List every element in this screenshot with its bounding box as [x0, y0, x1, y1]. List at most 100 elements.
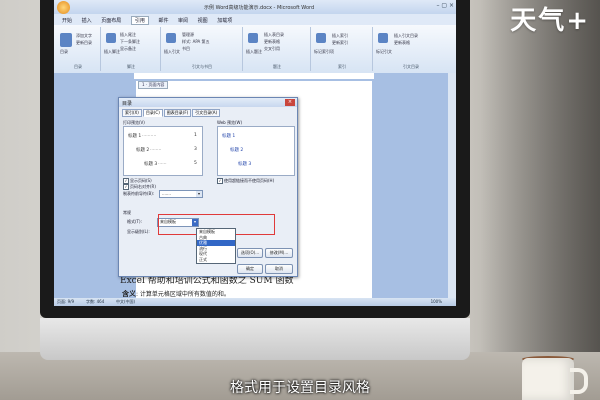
- ribbon-group-label: 引文与书目: [192, 64, 212, 69]
- show-notes-button[interactable]: 显示备注: [120, 46, 136, 52]
- status-bar: 页面: 9/9 字数: 464 中文(中国) 100%: [54, 298, 456, 306]
- options-button[interactable]: 选项(O)...: [237, 248, 263, 258]
- vertical-scrollbar[interactable]: [448, 73, 456, 298]
- preview-page-1: 1: [194, 133, 197, 138]
- modify-button[interactable]: 修改(M)...: [265, 248, 293, 258]
- add-text-button[interactable]: 添加文字: [76, 33, 92, 39]
- cancel-button[interactable]: 取消: [265, 264, 293, 274]
- tab-leader-label: 制表符前导符(B):: [123, 191, 155, 196]
- ribbon-group-label: 脚注: [127, 64, 135, 69]
- mark-citation-icon[interactable]: [378, 33, 388, 43]
- right-align-checkbox[interactable]: ✓ 页码右对齐(R): [123, 184, 156, 190]
- ribbon-group-label: 引文目录: [403, 64, 419, 69]
- update-toc-button[interactable]: 更新目录: [76, 40, 92, 46]
- insert-index-button[interactable]: 插入索引: [332, 33, 348, 39]
- brand-watermark: 天气+: [510, 6, 590, 36]
- preview-dots: ..........: [142, 133, 157, 138]
- update-table-button[interactable]: 更新表格: [264, 39, 280, 45]
- bibliography-button[interactable]: 书目: [182, 46, 190, 52]
- citation-icon[interactable]: [166, 33, 176, 43]
- web-preview-box: 标题 1 标题 2 标题 3: [217, 126, 295, 176]
- update-index-button[interactable]: 更新索引: [332, 40, 348, 46]
- manage-sources-button[interactable]: 管理源: [182, 32, 194, 38]
- preview-dots: ........: [150, 147, 162, 152]
- ribbon-group-label: 目录: [74, 64, 82, 69]
- status-zoom[interactable]: 100%: [431, 299, 442, 304]
- menu-item[interactable]: 邮件: [158, 17, 168, 24]
- doc-text-line: 含义: 计算单元格区域中所有数值的和。: [122, 289, 230, 299]
- preview-page-2: 3: [194, 147, 197, 152]
- menu-item[interactable]: 视图: [198, 17, 208, 24]
- status-words: 字数: 464: [86, 299, 105, 304]
- mark-entry-button[interactable]: 标记索引项: [314, 49, 334, 55]
- preview-heading-1: 标题 1: [128, 134, 142, 139]
- window-title: 示例 Word高级功能演示.docx - Microsoft Word: [204, 5, 315, 11]
- checkbox-label: 页码右对齐(R): [130, 184, 156, 189]
- ribbon-group-label: 题注: [273, 64, 281, 69]
- menu-item-references[interactable]: 引用: [130, 16, 149, 25]
- cross-reference-button[interactable]: 交叉引用: [264, 46, 280, 52]
- ruler: [134, 73, 374, 79]
- web-heading-3: 标题 3: [238, 162, 252, 167]
- doc-text-rest: : 计算单元格区域中所有数值的和。: [136, 291, 230, 298]
- toc-icon[interactable]: [60, 33, 72, 47]
- tab-authorities[interactable]: 引文目录(A): [192, 109, 221, 117]
- office-button[interactable]: [57, 1, 70, 14]
- tab-leader-select[interactable]: ....... ▾: [159, 190, 203, 198]
- checkbox-label: 使用超链接而不使用页码(H): [224, 178, 275, 183]
- preview-dots: ......: [158, 161, 167, 166]
- format-dropdown-list: 来自模板 古典 优雅 流行 现代 正式: [196, 228, 236, 264]
- menu-item[interactable]: 插入: [82, 17, 92, 24]
- status-page: 页面: 9/9: [57, 299, 75, 304]
- ribbon-group-index: 标记索引项 插入索引 更新索引 索引: [312, 27, 373, 71]
- status-language: 中文(中国): [116, 299, 136, 304]
- next-footnote-button[interactable]: 下一条脚注: [120, 39, 140, 45]
- ribbon-group-captions: 插入题注 插入表目录 更新表格 交叉引用 题注: [244, 27, 311, 71]
- menu-item[interactable]: 开始: [62, 17, 72, 24]
- menu-item[interactable]: 页面布局: [101, 17, 121, 24]
- insert-endnote-button[interactable]: 插入尾注: [120, 32, 136, 38]
- ribbon-group-label: 索引: [338, 64, 346, 69]
- tab-toc[interactable]: 目录(C): [142, 109, 163, 117]
- mark-entry-icon[interactable]: [316, 33, 326, 43]
- mark-citation-button[interactable]: 标记引文: [376, 49, 392, 55]
- use-hyperlinks-checkbox[interactable]: ✓ 使用超链接而不使用页码(H): [217, 178, 274, 184]
- video-subtitle: 格式用于设置目录风格: [230, 380, 370, 396]
- window-titlebar: 示例 Word高级功能演示.docx - Microsoft Word – ▢ …: [54, 0, 456, 14]
- insert-table-of-figures-button[interactable]: 插入表目录: [264, 32, 284, 38]
- insert-toa-button[interactable]: 插入引文目录: [394, 33, 418, 39]
- insert-citation-button[interactable]: 插入引文: [164, 49, 180, 55]
- insert-caption-button[interactable]: 插入题注: [246, 49, 262, 55]
- menu-item[interactable]: 加载项: [217, 17, 232, 24]
- preview-page-3: 5: [194, 161, 197, 166]
- toc-button[interactable]: 目录: [60, 49, 68, 55]
- menu-item[interactable]: 审阅: [178, 17, 188, 24]
- web-heading-2: 标题 2: [230, 148, 244, 153]
- menu-bar: 开始 插入 页面布局 引用 邮件 审阅 视图 加载项: [54, 14, 456, 25]
- print-preview-box: 标题 1 .......... 1 标题 2 ........ 3 标题 3 .…: [123, 126, 203, 176]
- tab-leader-value: .......: [162, 191, 171, 196]
- general-label: 常规: [123, 210, 131, 215]
- dialog-tabs: 索引(X) 目录(C) 图表目录(F) 引文目录(A): [122, 109, 221, 117]
- format-label: 格式(T):: [127, 219, 142, 224]
- chevron-down-icon: ▾: [196, 191, 202, 197]
- document-tab[interactable]: 1 · 页面内容: [138, 81, 169, 89]
- format-option[interactable]: 正式: [197, 257, 235, 263]
- dialog-title: 目录: [122, 101, 133, 107]
- insert-footnote-button[interactable]: 插入脚注: [104, 49, 120, 55]
- ribbon-group-footnotes: 插入脚注 插入尾注 下一条脚注 显示备注 脚注: [102, 27, 161, 71]
- caption-icon[interactable]: [248, 33, 258, 43]
- close-icon[interactable]: ×: [285, 99, 295, 106]
- footnote-icon[interactable]: [106, 33, 116, 43]
- preview-heading-3: 标题 3: [144, 162, 158, 167]
- tab-index[interactable]: 索引(X): [122, 109, 142, 117]
- preview-heading-2: 标题 2: [136, 148, 150, 153]
- update-toa-button[interactable]: 更新表格: [394, 40, 410, 46]
- web-heading-1: 标题 1: [222, 134, 236, 139]
- tab-figures[interactable]: 图表目录(F): [163, 109, 192, 117]
- style-select[interactable]: 样式: APA 第五: [182, 39, 210, 45]
- ok-button[interactable]: 确定: [237, 264, 263, 274]
- ribbon-group-authorities: 标记引文 插入引文目录 更新表格 引文目录: [374, 27, 448, 71]
- ribbon-group-citations: 插入引文 管理源 样式: APA 第五 书目 引文与书目: [162, 27, 243, 71]
- window-controls[interactable]: – ▢ ×: [436, 2, 454, 9]
